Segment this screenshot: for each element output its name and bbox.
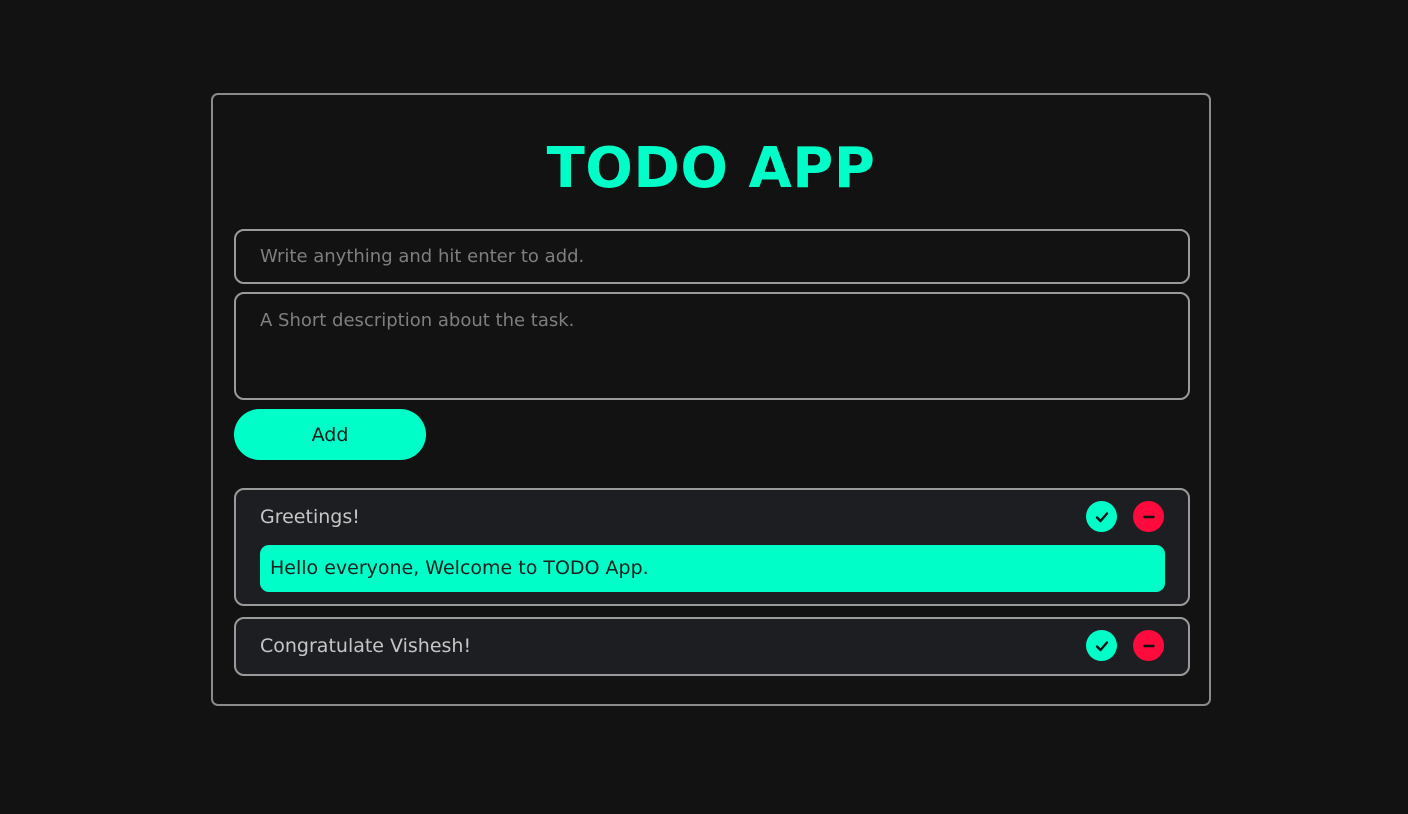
complete-button[interactable] bbox=[1086, 501, 1117, 532]
minus-icon bbox=[1142, 644, 1155, 647]
todo-item: Greetings! Hello everyone, Welcome to TO… bbox=[234, 488, 1190, 606]
todo-item: Congratulate Vishesh! bbox=[234, 617, 1190, 676]
todo-title[interactable]: Greetings! bbox=[260, 490, 360, 545]
check-icon bbox=[1095, 511, 1108, 522]
remove-button[interactable] bbox=[1133, 501, 1164, 532]
todo-description: Hello everyone, Welcome to TODO App. bbox=[260, 545, 1165, 592]
add-button[interactable]: Add bbox=[234, 409, 426, 460]
task-title-input[interactable] bbox=[234, 229, 1190, 284]
minus-icon bbox=[1142, 515, 1155, 518]
task-description-input[interactable] bbox=[234, 292, 1190, 400]
remove-button[interactable] bbox=[1133, 630, 1164, 661]
todo-card: TODO APP Add Greetings! Hello everyone, … bbox=[211, 93, 1211, 706]
complete-button[interactable] bbox=[1086, 630, 1117, 661]
check-icon bbox=[1095, 640, 1108, 651]
app-title: TODO APP bbox=[546, 136, 876, 201]
todo-title[interactable]: Congratulate Vishesh! bbox=[260, 619, 471, 674]
